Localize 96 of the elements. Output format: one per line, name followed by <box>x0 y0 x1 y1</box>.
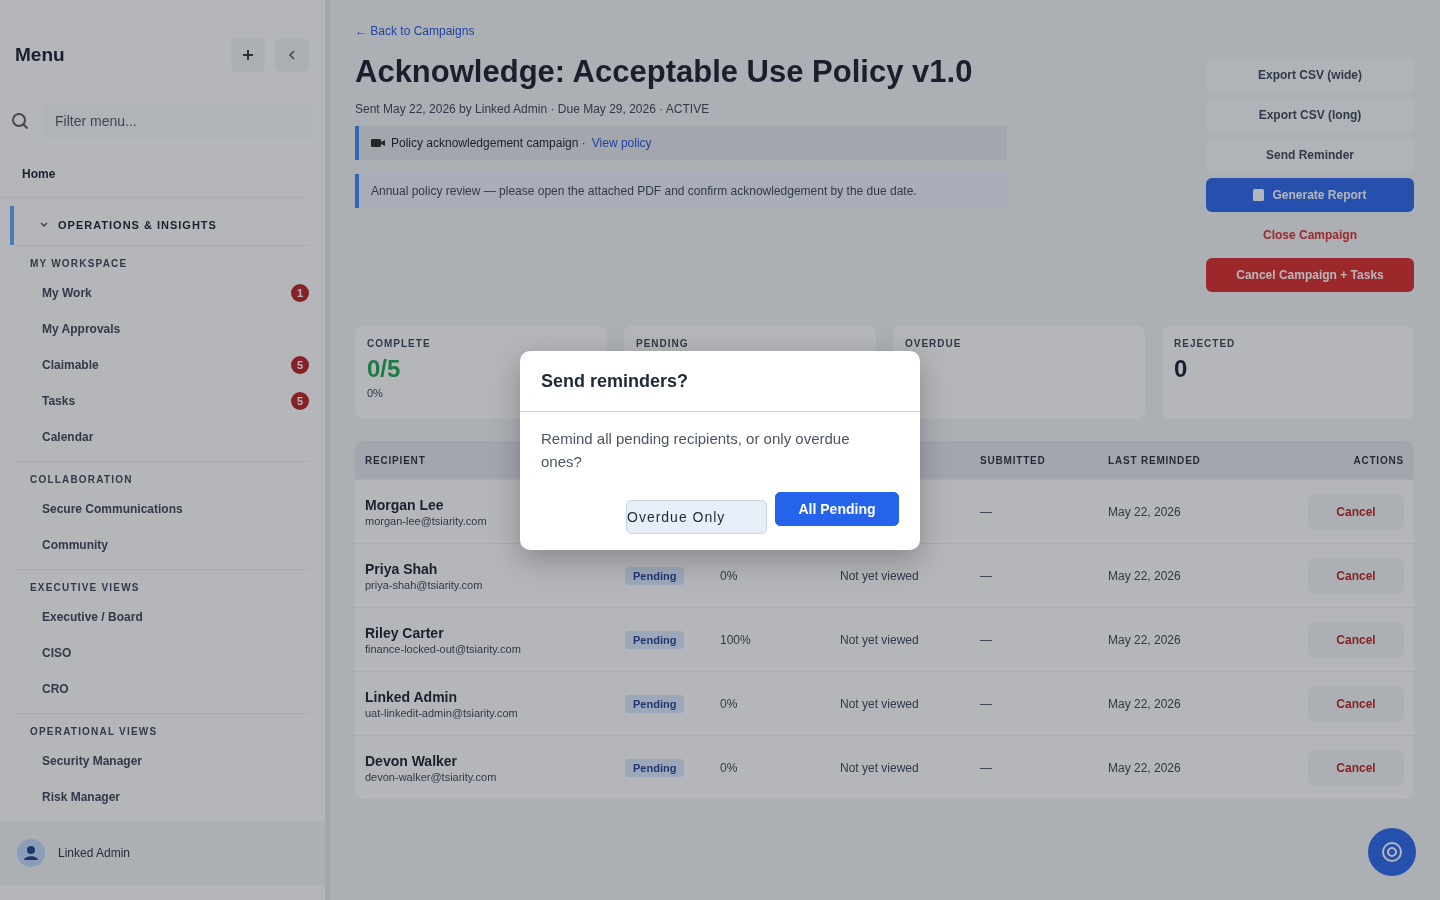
recipient-email: priya-shah@tsiarity.com <box>365 578 484 591</box>
recipient-name: Morgan Lee <box>365 496 445 513</box>
column-header: ACTIONS <box>1353 454 1404 466</box>
action-button[interactable]: Send Reminder <box>1206 138 1414 172</box>
stat-percent: 0% <box>367 387 383 399</box>
action-button[interactable]: Cancel Campaign + Tasks <box>1206 258 1414 292</box>
recipient-name: Devon Walker <box>365 752 459 769</box>
chevron-left-icon <box>288 49 296 60</box>
dialog-button[interactable]: All Pending <box>775 491 899 526</box>
status-badge: Pending <box>625 694 685 713</box>
recipient-name: Riley Carter <box>365 624 445 641</box>
stat-label: PENDING <box>636 338 689 349</box>
viewed-text: Not yet viewed <box>840 632 919 647</box>
submitted-text: — <box>980 504 992 519</box>
dialog-button[interactable]: Overdue Only <box>626 499 767 534</box>
avatar-icon <box>16 838 46 869</box>
status-badge: Pending <box>625 630 685 649</box>
plus-icon <box>243 49 253 60</box>
column-header: LAST REMINDED <box>1108 454 1201 466</box>
submitted-text: — <box>980 760 992 775</box>
status-badge: Pending <box>625 566 685 585</box>
menu-item[interactable]: Secure Communications <box>42 502 183 517</box>
progress-text: 0% <box>720 568 738 583</box>
reminded-date: May 22, 2026 <box>1108 632 1181 647</box>
view-policy-link[interactable]: View policy <box>591 136 652 150</box>
recipient-email: devon-walker@tsiarity.com <box>365 770 498 783</box>
back-link[interactable]: ← Back to Campaigns <box>355 24 475 38</box>
reminded-date: May 22, 2026 <box>1108 504 1181 519</box>
cancel-button[interactable]: Cancel <box>1308 685 1404 722</box>
submitted-text: — <box>980 632 992 647</box>
progress-text: 100% <box>720 632 751 647</box>
menu-item[interactable]: My Work <box>42 286 92 301</box>
menu-title: Menu <box>15 43 66 66</box>
campaign-meta: Sent May 22, 2026 by Linked Admin · Due May 29, 2026 · ACTIVE <box>355 102 711 116</box>
chevron-icon <box>40 222 48 229</box>
status-badge: Pending <box>625 758 685 777</box>
action-button[interactable]: Export CSV (wide) <box>1206 58 1414 92</box>
reminded-date: May 22, 2026 <box>1108 568 1181 583</box>
cancel-button[interactable]: Cancel <box>1308 749 1404 786</box>
help-button[interactable] <box>1368 828 1416 876</box>
search-icon <box>11 111 29 130</box>
cancel-button[interactable]: Cancel <box>1308 493 1404 530</box>
menu-item[interactable]: Calendar <box>42 430 94 445</box>
section-header[interactable]: OPERATIONS & INSIGHTS <box>10 205 325 246</box>
reminded-date: May 22, 2026 <box>1108 696 1181 711</box>
recipient-email: uat-linkedit-admin@tsiarity.com <box>365 706 519 719</box>
info-text: Policy acknowledgement campaign · <box>391 136 586 150</box>
filter-field[interactable]: Filter menu... <box>43 102 313 139</box>
group-label: COLLABORATION <box>29 474 134 486</box>
recipient-name: Priya Shah <box>365 560 439 577</box>
menu-item[interactable]: CISO <box>42 646 72 661</box>
action-button[interactable]: Close Campaign <box>1206 218 1414 252</box>
count-badge: 1 <box>291 284 309 303</box>
campaign-note: Annual policy review — please open the attached PDF and confirm acknowledgement by the due date. <box>355 174 1007 208</box>
count-badge: 5 <box>291 356 309 375</box>
action-button[interactable]: Export CSV (long) <box>1206 98 1414 132</box>
viewed-text: Not yet viewed <box>840 568 919 583</box>
stat-label: REJECTED <box>1174 338 1236 349</box>
column-header: SUBMITTED <box>980 454 1046 466</box>
stat-label: COMPLETE <box>367 338 431 349</box>
menu-item[interactable]: CRO <box>42 682 69 697</box>
stat-label: OVERDUE <box>905 338 962 349</box>
add-button[interactable] <box>231 37 265 72</box>
action-button[interactable]: Generate Report <box>1206 178 1414 212</box>
dialog-message: Remind all pending recipients, or only overdue ones? <box>540 428 851 472</box>
stat-value: 0 <box>1174 355 1188 383</box>
menu-item[interactable]: Community <box>42 538 108 553</box>
cancel-button[interactable]: Cancel <box>1308 557 1404 594</box>
submitted-text: — <box>980 568 992 583</box>
viewed-text: Not yet viewed <box>840 696 919 711</box>
progress-text: 0% <box>720 760 738 775</box>
menu-item[interactable]: Tasks <box>42 394 76 409</box>
count-badge: 5 <box>291 392 309 411</box>
reminded-date: May 22, 2026 <box>1108 760 1181 775</box>
group-label: MY WORKSPACE <box>29 258 129 270</box>
camera-icon <box>371 138 385 148</box>
recipient-name: Linked Admin <box>365 688 459 705</box>
home-link[interactable]: Home <box>0 138 309 198</box>
cancel-button[interactable]: Cancel <box>1308 621 1404 658</box>
group-label: EXECUTIVE VIEWS <box>29 582 141 594</box>
progress-text: 0% <box>720 696 738 711</box>
submitted-text: — <box>980 696 992 711</box>
page-title: Acknowledge: Acceptable Use Policy v1.0 <box>355 54 974 90</box>
menu-item[interactable]: Security Manager <box>42 754 143 769</box>
column-header: RECIPIENT <box>365 454 426 466</box>
group-label: OPERATIONAL VIEWS <box>29 726 159 738</box>
user-name[interactable]: Linked Admin <box>58 846 131 861</box>
viewed-text: Not yet viewed <box>840 760 919 775</box>
stat-value: 0/5 <box>367 355 401 383</box>
recipient-email: finance-locked-out@tsiarity.com <box>365 642 522 655</box>
menu-item[interactable]: Claimable <box>42 358 99 373</box>
recipient-email: morgan-lee@tsiarity.com <box>365 514 488 527</box>
dialog-title: Send reminders? <box>520 350 920 412</box>
menu-item[interactable]: My Approvals <box>42 322 121 337</box>
menu-item[interactable]: Risk Manager <box>42 790 121 805</box>
menu-item[interactable]: Executive / Board <box>42 610 143 625</box>
